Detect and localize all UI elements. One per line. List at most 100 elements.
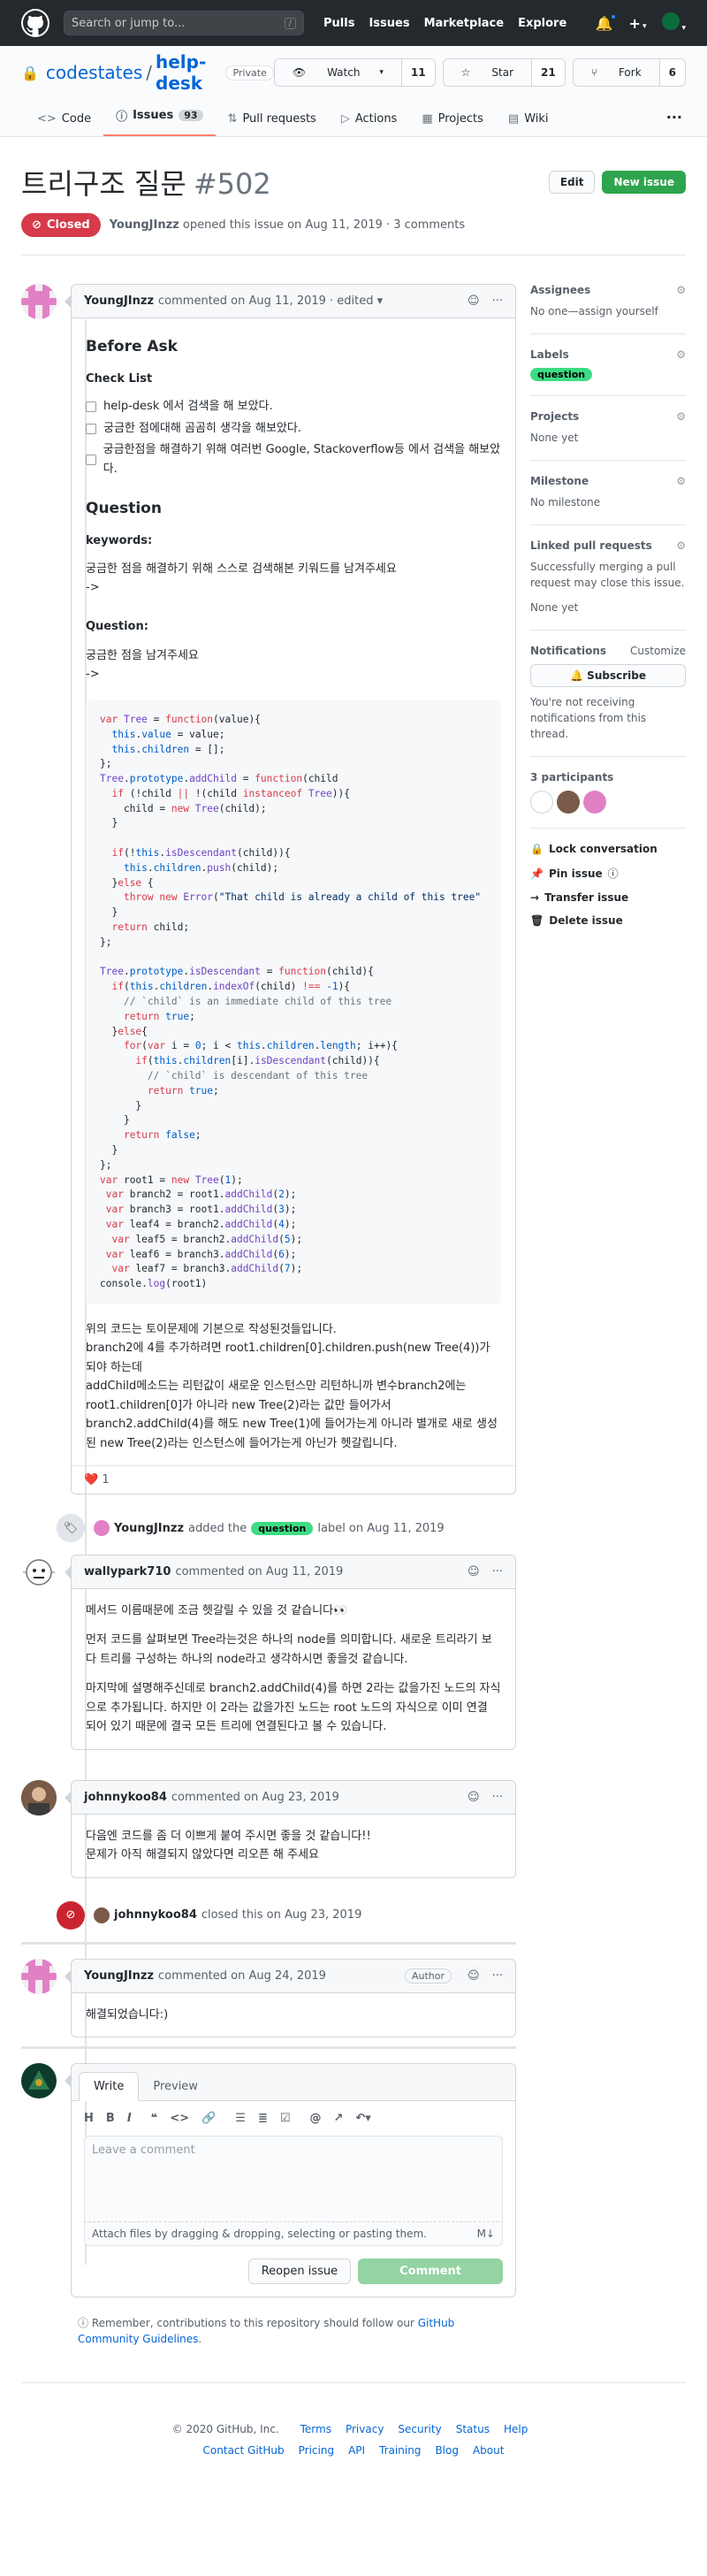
repo-owner-link[interactable]: codestates bbox=[46, 62, 142, 83]
smiley-icon[interactable]: ☺ bbox=[468, 294, 480, 308]
smiley-icon[interactable]: ☺ bbox=[468, 1969, 480, 1983]
assignees-heading[interactable]: Assignees bbox=[530, 284, 590, 296]
star-count[interactable]: 21 bbox=[531, 59, 565, 86]
avatar[interactable] bbox=[94, 1907, 110, 1923]
avatar[interactable] bbox=[530, 791, 553, 814]
tab-actions[interactable]: ▷ Actions bbox=[329, 112, 410, 136]
customize-link[interactable]: Customize bbox=[630, 645, 686, 657]
watch-button[interactable]: 👁 Watch ▾ 11 bbox=[273, 58, 436, 87]
tab-projects[interactable]: ▦ Projects bbox=[409, 112, 496, 136]
footer-link-training[interactable]: Training bbox=[379, 2444, 421, 2457]
comment-meta[interactable]: commented on Aug 11, 2019 bbox=[175, 1565, 343, 1578]
user-menu[interactable]: ▾ bbox=[662, 12, 686, 34]
footer-link-help[interactable]: Help bbox=[504, 2423, 528, 2435]
avatar[interactable] bbox=[21, 2062, 57, 2098]
question-label[interactable]: question bbox=[251, 1521, 314, 1535]
comment-author-link[interactable]: wallypark710 bbox=[84, 1565, 171, 1578]
pin-issue-button[interactable]: 📌 Pin issue ⓘ bbox=[530, 866, 686, 881]
kebab-menu-icon[interactable]: ··· bbox=[492, 1791, 503, 1804]
avatar[interactable] bbox=[94, 1520, 110, 1537]
more-icon[interactable]: ··· bbox=[666, 109, 682, 136]
heart-reaction[interactable]: ❤️ 1 bbox=[84, 1473, 110, 1487]
github-logo-icon[interactable] bbox=[21, 9, 49, 37]
footer-link-pricing[interactable]: Pricing bbox=[299, 2444, 334, 2457]
bullet-list-icon[interactable]: ☰ bbox=[235, 2112, 246, 2125]
tab-issues[interactable]: ⓘ Issues 93 bbox=[103, 107, 216, 136]
quote-icon[interactable]: ❝ bbox=[151, 2112, 158, 2125]
comment-author-link[interactable]: YoungJInzz bbox=[84, 294, 154, 308]
fork-count[interactable]: 6 bbox=[658, 59, 685, 86]
avatar[interactable] bbox=[557, 791, 580, 814]
avatar[interactable] bbox=[21, 1555, 57, 1591]
italic-icon[interactable]: I bbox=[127, 2112, 132, 2125]
global-search-input[interactable]: Search or jump to... / bbox=[64, 11, 304, 35]
reference-icon[interactable]: ↗ bbox=[334, 2112, 344, 2125]
watch-count[interactable]: 11 bbox=[400, 59, 435, 86]
footer-link-terms[interactable]: Terms bbox=[300, 2423, 331, 2435]
bold-icon[interactable]: B bbox=[106, 2112, 115, 2125]
event-author-link[interactable]: YoungJInzz bbox=[114, 1522, 184, 1535]
assignees-value[interactable]: No one—assign yourself bbox=[530, 303, 686, 319]
mention-icon[interactable]: @ bbox=[310, 2112, 322, 2125]
tab-write[interactable]: Write bbox=[79, 2071, 140, 2101]
tab-code[interactable]: <> Code bbox=[25, 112, 103, 136]
bell-icon[interactable]: 🔔 bbox=[596, 12, 617, 32]
gear-icon[interactable]: ⚙ bbox=[676, 348, 686, 361]
linked-prs-heading[interactable]: Linked pull requests bbox=[530, 539, 652, 552]
nav-marketplace[interactable]: Marketplace bbox=[417, 17, 512, 30]
edit-title-button[interactable]: Edit bbox=[548, 171, 596, 194]
nav-pulls[interactable]: Pulls bbox=[316, 17, 361, 30]
nav-explore[interactable]: Explore bbox=[511, 17, 574, 30]
subscribe-button[interactable]: 🔔 Subscribe bbox=[530, 664, 686, 687]
footer-link-security[interactable]: Security bbox=[398, 2423, 441, 2435]
gear-icon[interactable]: ⚙ bbox=[676, 284, 686, 296]
smiley-icon[interactable]: ☺ bbox=[468, 1791, 480, 1804]
event-author-link[interactable]: johnnykoo84 bbox=[114, 1908, 197, 1922]
code-icon[interactable]: <> bbox=[170, 2112, 189, 2125]
star-button[interactable]: ☆ Star 21 bbox=[442, 58, 566, 87]
question-label[interactable]: question bbox=[530, 368, 593, 381]
task-list-icon[interactable]: ☑ bbox=[280, 2112, 291, 2125]
avatar[interactable] bbox=[21, 284, 57, 319]
delete-issue-button[interactable]: 🗑 Delete issue bbox=[530, 914, 686, 927]
projects-heading[interactable]: Projects bbox=[530, 410, 579, 423]
comment-button[interactable]: Comment bbox=[358, 2258, 503, 2284]
transfer-issue-button[interactable]: → Transfer issue bbox=[530, 891, 686, 904]
labels-heading[interactable]: Labels bbox=[530, 348, 569, 361]
gear-icon[interactable]: ⚙ bbox=[676, 539, 686, 552]
lock-conversation-button[interactable]: 🔒 Lock conversation bbox=[530, 843, 686, 855]
link-icon[interactable]: 🔗 bbox=[201, 2112, 216, 2125]
footer-link-blog[interactable]: Blog bbox=[435, 2444, 459, 2457]
avatar[interactable] bbox=[583, 791, 606, 814]
comment-meta[interactable]: commented on Aug 24, 2019 bbox=[158, 1969, 326, 1983]
comment-meta[interactable]: commented on Aug 11, 2019 · edited ▾ bbox=[158, 294, 383, 308]
comment-author-link[interactable]: johnnykoo84 bbox=[84, 1791, 167, 1804]
fork-button[interactable]: ⑂ Fork 6 bbox=[572, 58, 686, 87]
smiley-icon[interactable]: ☺ bbox=[468, 1565, 480, 1578]
footer-link-contact[interactable]: Contact GitHub bbox=[203, 2444, 285, 2457]
comment-author-link[interactable]: YoungJInzz bbox=[84, 1969, 154, 1983]
tab-wiki[interactable]: ▤ Wiki bbox=[496, 112, 561, 136]
gear-icon[interactable]: ⚙ bbox=[676, 475, 686, 487]
comment-meta[interactable]: commented on Aug 23, 2019 bbox=[171, 1791, 339, 1804]
markdown-icon[interactable]: M↓ bbox=[477, 2228, 495, 2240]
avatar[interactable] bbox=[21, 1779, 57, 1815]
milestone-heading[interactable]: Milestone bbox=[530, 475, 589, 487]
reopen-issue-button[interactable]: Reopen issue bbox=[247, 2258, 352, 2284]
kebab-menu-icon[interactable]: ··· bbox=[492, 1969, 503, 1983]
new-issue-button[interactable]: New issue bbox=[602, 171, 686, 194]
repo-name-link[interactable]: help-desk bbox=[156, 51, 217, 94]
issue-author-link[interactable]: YoungJInzz bbox=[110, 218, 179, 232]
comment-textarea[interactable]: Leave a comment bbox=[84, 2135, 503, 2222]
footer-link-status[interactable]: Status bbox=[456, 2423, 490, 2435]
numbered-list-icon[interactable]: ≣ bbox=[258, 2112, 268, 2125]
nav-issues[interactable]: Issues bbox=[361, 17, 416, 30]
reply-icon[interactable]: ↶▾ bbox=[355, 2112, 370, 2125]
gear-icon[interactable]: ⚙ bbox=[676, 410, 686, 423]
avatar[interactable] bbox=[21, 1958, 57, 1994]
kebab-menu-icon[interactable]: ··· bbox=[492, 294, 503, 308]
footer-link-api[interactable]: API bbox=[348, 2444, 365, 2457]
footer-link-privacy[interactable]: Privacy bbox=[346, 2423, 384, 2435]
heading-icon[interactable]: H bbox=[84, 2112, 94, 2125]
create-new-menu[interactable]: + ▾ bbox=[629, 15, 647, 32]
